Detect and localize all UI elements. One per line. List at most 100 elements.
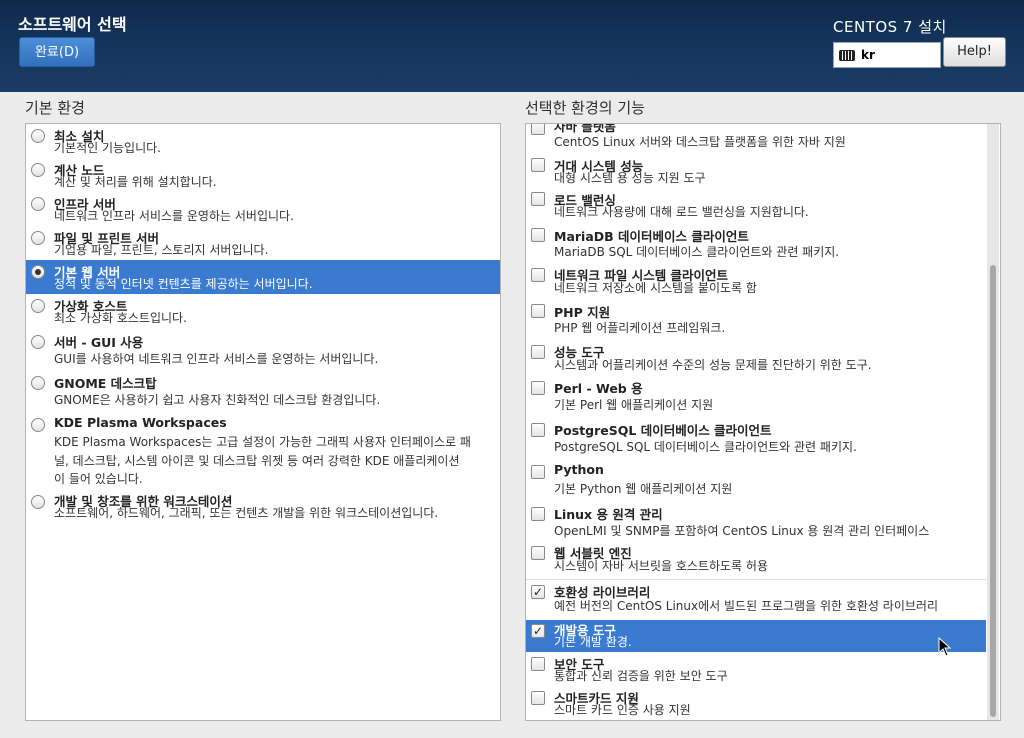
environment-item[interactable]: KDE Plasma Workspaces KDE Plasma Workspa… xyxy=(26,414,500,490)
item-title: PHP 지원 xyxy=(554,305,611,320)
item-description: 기본 Python 웹 애플리케이션 지원 xyxy=(554,482,733,496)
radio-button[interactable] xyxy=(31,335,45,349)
radio-button[interactable] xyxy=(31,299,45,313)
addon-item[interactable]: 로드 밸런싱 네트워크 사용량에 대해 로드 밸런싱을 지원합니다. xyxy=(526,189,1000,225)
addon-item[interactable]: Perl - Web 용 기본 Perl 웹 애플리케이션 지원 xyxy=(526,378,1000,416)
environment-item[interactable]: 최소 설치 기본적인 기능입니다. xyxy=(26,124,500,158)
addon-item[interactable]: 성능 도구 시스템과 어플리케이션 수준의 성능 문제를 진단하기 위한 도구. xyxy=(526,342,1000,378)
addon-item[interactable]: 거대 시스템 성능 대형 시스템 용 성능 지원 도구 xyxy=(526,155,1000,191)
item-description: 네트워크 저장소에 시스템을 붙이도록 함 xyxy=(554,281,757,295)
item-title: Linux 용 원격 관리 xyxy=(554,507,663,522)
radio-button[interactable] xyxy=(31,129,45,143)
item-description: 기본 개발 환경. xyxy=(554,635,632,649)
radio-button[interactable] xyxy=(31,197,45,211)
environment-item[interactable]: GNOME 데스크탑 GNOME은 사용하기 쉽고 사용자 친화적인 데스크탑 … xyxy=(26,372,500,412)
addon-item[interactable]: 웹 서블릿 엔진 시스템이 자바 서브릿을 호스트하도록 허용 xyxy=(526,543,1000,579)
item-description: 대형 시스템 용 성능 지원 도구 xyxy=(554,171,706,185)
item-title: MariaDB 데이터베이스 클라이언트 xyxy=(554,229,749,244)
header-bar: 소프트웨어 선택 완료(D) CENTOS 7 설치 kr Help! xyxy=(0,0,1024,92)
scrollbar-thumb[interactable] xyxy=(990,265,996,717)
checkbox[interactable] xyxy=(531,546,545,560)
product-title: CENTOS 7 설치 xyxy=(833,18,947,36)
item-description: 소프트웨어, 하드웨어, 그래픽, 또는 컨텐츠 개발을 위한 워크스테이션입니… xyxy=(54,506,439,520)
checkbox[interactable] xyxy=(531,304,545,318)
checkbox[interactable] xyxy=(531,465,545,479)
item-description: 최소 가상화 호스트입니다. xyxy=(54,311,187,325)
item-description: 시스템과 어플리케이션 수준의 성능 문제를 진단하기 위한 도구. xyxy=(554,358,872,372)
item-description: 네트워크 인프라 서비스를 운영하는 서버입니다. xyxy=(54,209,294,223)
environment-item[interactable]: 인프라 서버 네트워크 인프라 서비스를 운영하는 서버입니다. xyxy=(26,192,500,226)
help-button[interactable]: Help! xyxy=(943,37,1006,67)
checkbox[interactable] xyxy=(531,158,545,172)
checkbox[interactable] xyxy=(531,423,545,437)
addon-item[interactable]: PHP 지원 PHP 웹 어플리케이션 프레임워크. xyxy=(526,302,1000,340)
environment-item-selected[interactable]: 기본 웹 서버 정적 및 동적 인터넷 컨텐츠를 제공하는 서버입니다. xyxy=(26,260,500,294)
item-description: 기본적인 기능입니다. xyxy=(54,141,161,155)
addon-item[interactable]: PostgreSQL 데이터베이스 클라이언트 PostgreSQL SQL 데… xyxy=(526,420,1000,458)
addon-item[interactable]: 자바 플랫폼 CentOS Linux 서버와 데스크탑 플랫폼을 위한 자바 … xyxy=(526,124,1000,152)
keyboard-layout-indicator[interactable]: kr xyxy=(833,42,941,68)
item-title: PostgreSQL 데이터베이스 클라이언트 xyxy=(554,423,772,438)
item-description: 통합과 신뢰 검증을 위한 보안 도구 xyxy=(554,669,728,683)
item-description: 스마트 카드 인증 사용 지원 xyxy=(554,703,691,717)
environment-item[interactable]: 계산 노드 계산 및 처리를 위해 설치합니다. xyxy=(26,158,500,192)
item-description: KDE Plasma Workspaces는 고급 설정이 가능한 그래픽 사용… xyxy=(54,435,471,449)
checkbox-checked[interactable]: ✓ xyxy=(531,624,545,638)
checkbox[interactable] xyxy=(531,657,545,671)
base-environment-label: 기본 환경 xyxy=(25,99,85,117)
addons-label: 선택한 환경의 기능 xyxy=(525,99,645,117)
addon-item[interactable]: Python 기본 Python 웹 애플리케이션 지원 xyxy=(526,462,1000,500)
item-title: GNOME 데스크탑 xyxy=(54,376,157,391)
done-button[interactable]: 완료(D) xyxy=(19,37,95,67)
item-description-line2: 널, 데스크탑, 시스템 아이콘 및 데스크탑 위젯 등 여러 강력한 KDE … xyxy=(54,454,460,468)
addon-item[interactable]: Linux 용 원격 관리 OpenLMI 및 SNMP를 포함하여 CentO… xyxy=(526,504,1000,542)
addon-item[interactable]: MariaDB 데이터베이스 클라이언트 MariaDB SQL 데이터베이스 … xyxy=(526,225,1000,263)
item-description: 정적 및 동적 인터넷 컨텐츠를 제공하는 서버입니다. xyxy=(54,277,313,291)
addon-item[interactable]: 보안 도구 통합과 신뢰 검증을 위한 보안 도구 xyxy=(526,654,1000,688)
item-description: 기본 Perl 웹 애플리케이션 지원 xyxy=(554,398,714,412)
radio-button-checked[interactable] xyxy=(31,265,45,279)
item-description: OpenLMI 및 SNMP를 포함하여 CentOS Linux 용 원격 관… xyxy=(554,524,930,538)
item-description: GNOME은 사용하기 쉽고 사용자 친화적인 데스크탑 환경입니다. xyxy=(54,393,381,407)
separator xyxy=(526,579,986,580)
radio-button[interactable] xyxy=(31,495,45,509)
checkbox[interactable] xyxy=(531,381,545,395)
checkbox[interactable] xyxy=(531,345,545,359)
addon-list-scrollbar[interactable] xyxy=(987,124,999,720)
item-description: CentOS Linux 서버와 데스크탑 플랫폼을 위한 자바 지원 xyxy=(554,135,846,149)
addon-list: 자바 플랫폼 CentOS Linux 서버와 데스크탑 플랫폼을 위한 자바 … xyxy=(525,123,1001,721)
checkbox[interactable] xyxy=(531,124,545,135)
radio-button[interactable] xyxy=(31,163,45,177)
addon-item-selected[interactable]: ✓ 개발용 도구 기본 개발 환경. xyxy=(526,620,986,652)
item-description: PHP 웹 어플리케이션 프레임워크. xyxy=(554,321,726,335)
item-description: 네트워크 사용량에 대해 로드 밸런싱을 지원합니다. xyxy=(554,205,809,219)
checkbox[interactable] xyxy=(531,228,545,242)
environment-item[interactable]: 파일 및 프린트 서버 기업용 파일, 프린트, 스토리지 서버입니다. xyxy=(26,226,500,260)
item-title: Python xyxy=(554,462,604,477)
checkbox[interactable] xyxy=(531,268,545,282)
checkbox[interactable] xyxy=(531,691,545,705)
addon-item[interactable]: ✓ 호환성 라이브러리 예전 버전의 CentOS Linux에서 빌드된 프로… xyxy=(526,582,1000,618)
mouse-pointer-icon xyxy=(938,637,952,657)
environment-item[interactable]: 개발 및 창조를 위한 워크스테이션 소프트웨어, 하드웨어, 그래픽, 또는 … xyxy=(26,490,500,524)
item-title: KDE Plasma Workspaces xyxy=(54,415,227,430)
keyboard-layout-label: kr xyxy=(861,48,875,62)
environment-item[interactable]: 서버 - GUI 사용 GUI를 사용하여 네트워크 인프라 서비스를 운영하는… xyxy=(26,330,500,370)
item-description: PostgreSQL SQL 데이터베이스 클라이언트와 관련 패키지. xyxy=(554,440,857,454)
item-description: 기업용 파일, 프린트, 스토리지 서버입니다. xyxy=(54,243,269,257)
checkbox-checked[interactable]: ✓ xyxy=(531,585,545,599)
radio-button[interactable] xyxy=(31,231,45,245)
page-title: 소프트웨어 선택 xyxy=(18,15,127,34)
item-description: MariaDB SQL 데이터베이스 클라이언트와 관련 패키지. xyxy=(554,245,840,259)
item-description: 예전 버전의 CentOS Linux에서 빌드된 프로그램을 위한 호환성 라… xyxy=(554,599,938,613)
item-title: Perl - Web 용 xyxy=(554,381,643,396)
base-environment-list: 최소 설치 기본적인 기능입니다. 계산 노드 계산 및 처리를 위해 설치합니… xyxy=(25,123,501,721)
addon-item[interactable]: 스마트카드 지원 스마트 카드 인증 사용 지원 xyxy=(526,688,1000,720)
radio-button[interactable] xyxy=(31,418,45,432)
checkbox[interactable] xyxy=(531,192,545,206)
checkbox[interactable] xyxy=(531,507,545,521)
addon-item[interactable]: 네트워크 파일 시스템 클라이언트 네트워크 저장소에 시스템을 붙이도록 함 xyxy=(526,265,1000,301)
environment-item[interactable]: 가상화 호스트 최소 가상화 호스트입니다. xyxy=(26,294,500,328)
item-description: 계산 및 처리를 위해 설치합니다. xyxy=(54,175,217,189)
radio-button[interactable] xyxy=(31,376,45,390)
